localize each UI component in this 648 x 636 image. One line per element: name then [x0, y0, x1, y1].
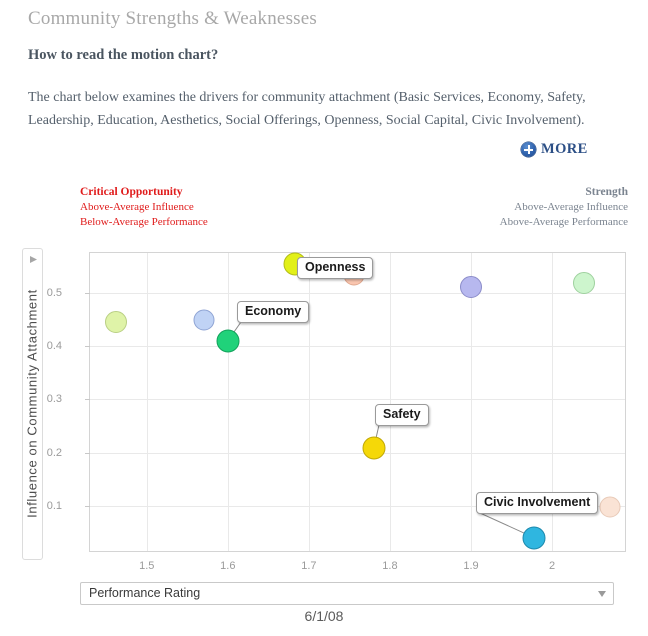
legend-critical-line1: Above-Average Influence [80, 201, 194, 213]
plot-area[interactable]: 0.5 0.4 0.3 0.2 0.1 1.5 1.6 1.7 1.8 1.9 2 Openness E… [47, 252, 626, 572]
x-tick-label: 1.9 [463, 560, 479, 572]
bubble-leadership[interactable] [459, 275, 482, 298]
bubble-economy[interactable] [216, 329, 240, 353]
legend-strength-line2: Above-Average Performance [499, 216, 628, 228]
x-metric-selected-label: Performance Rating [89, 586, 201, 600]
legend-critical-line2: Below-Average Performance [80, 216, 208, 228]
gridline-vertical [389, 253, 391, 551]
plot-wrap: 0.5 0.4 0.3 0.2 0.1 1.5 1.6 1.7 1.8 1.9 2 Openness E… [47, 248, 626, 572]
x-tick-label: 1.7 [301, 560, 317, 572]
x-tick-label: 1.5 [139, 560, 155, 572]
y-tick-mark [85, 452, 90, 454]
bubble-education[interactable] [193, 309, 215, 331]
y-tick-mark [85, 292, 90, 294]
page-title: Community Strengths & Weaknesses [28, 8, 317, 29]
legend-strength-title: Strength [585, 186, 628, 198]
bubble-social-capital[interactable] [599, 496, 621, 518]
y-tick-label: 0.2 [46, 446, 62, 459]
y-tick-label: 0.3 [46, 393, 62, 406]
bubble-aesthetics[interactable] [104, 311, 127, 334]
y-tick-mark [85, 399, 90, 401]
gridline-vertical [308, 253, 310, 551]
y-tick-label: 0.5 [46, 286, 62, 299]
gridline-vertical [227, 253, 229, 551]
gridline-vertical [146, 253, 148, 551]
gridline-vertical [470, 253, 472, 551]
bubble-safety[interactable] [362, 436, 386, 460]
legend-critical-title: Critical Opportunity [80, 186, 183, 198]
bubble-basic-services[interactable] [573, 272, 596, 295]
y-tick-label: 0.4 [46, 340, 62, 353]
y-tick-mark [85, 346, 90, 348]
gridline-horizontal [90, 452, 625, 454]
gridline-horizontal [90, 399, 625, 401]
gridline-horizontal [90, 292, 625, 294]
y-tick-mark [85, 505, 90, 507]
y-tick-label: 0.1 [46, 499, 62, 512]
legend-strength: Strength Above-Average Influence Above-A… [500, 185, 628, 230]
bubble-civic-involvement[interactable] [522, 526, 546, 550]
callout-economy[interactable]: Economy [237, 301, 310, 323]
date-stamp: 6/1/08 [304, 608, 344, 624]
x-tick-label: 2 [548, 560, 556, 572]
callout-safety[interactable]: Safety [375, 404, 429, 426]
more-button-label: MORE [541, 141, 588, 157]
gridline-horizontal [90, 346, 625, 348]
chevron-down-icon [598, 591, 606, 597]
motion-chart: Influence on Community Attachment 0.5 0.4… [22, 248, 626, 572]
legend-strength-line1: Above-Average Influence [514, 201, 628, 213]
callout-civic-involvement[interactable]: Civic Involvement [476, 492, 599, 514]
y-axis-title: Influence on Community Attachment [24, 289, 40, 518]
plus-circle-icon [521, 142, 536, 157]
x-tick-label: 1.6 [220, 560, 236, 572]
intro-paragraph: The chart below examines the drivers for… [28, 90, 586, 128]
howto-heading: How to read the motion chart? [28, 47, 219, 63]
callout-openness[interactable]: Openness [297, 257, 374, 279]
x-metric-select[interactable]: Performance Rating [80, 582, 614, 605]
legend-critical-opportunity: Critical Opportunity Above-Average Influ… [80, 185, 208, 230]
x-tick-label: 1.8 [382, 560, 398, 572]
more-button[interactable]: MORE [521, 141, 588, 158]
